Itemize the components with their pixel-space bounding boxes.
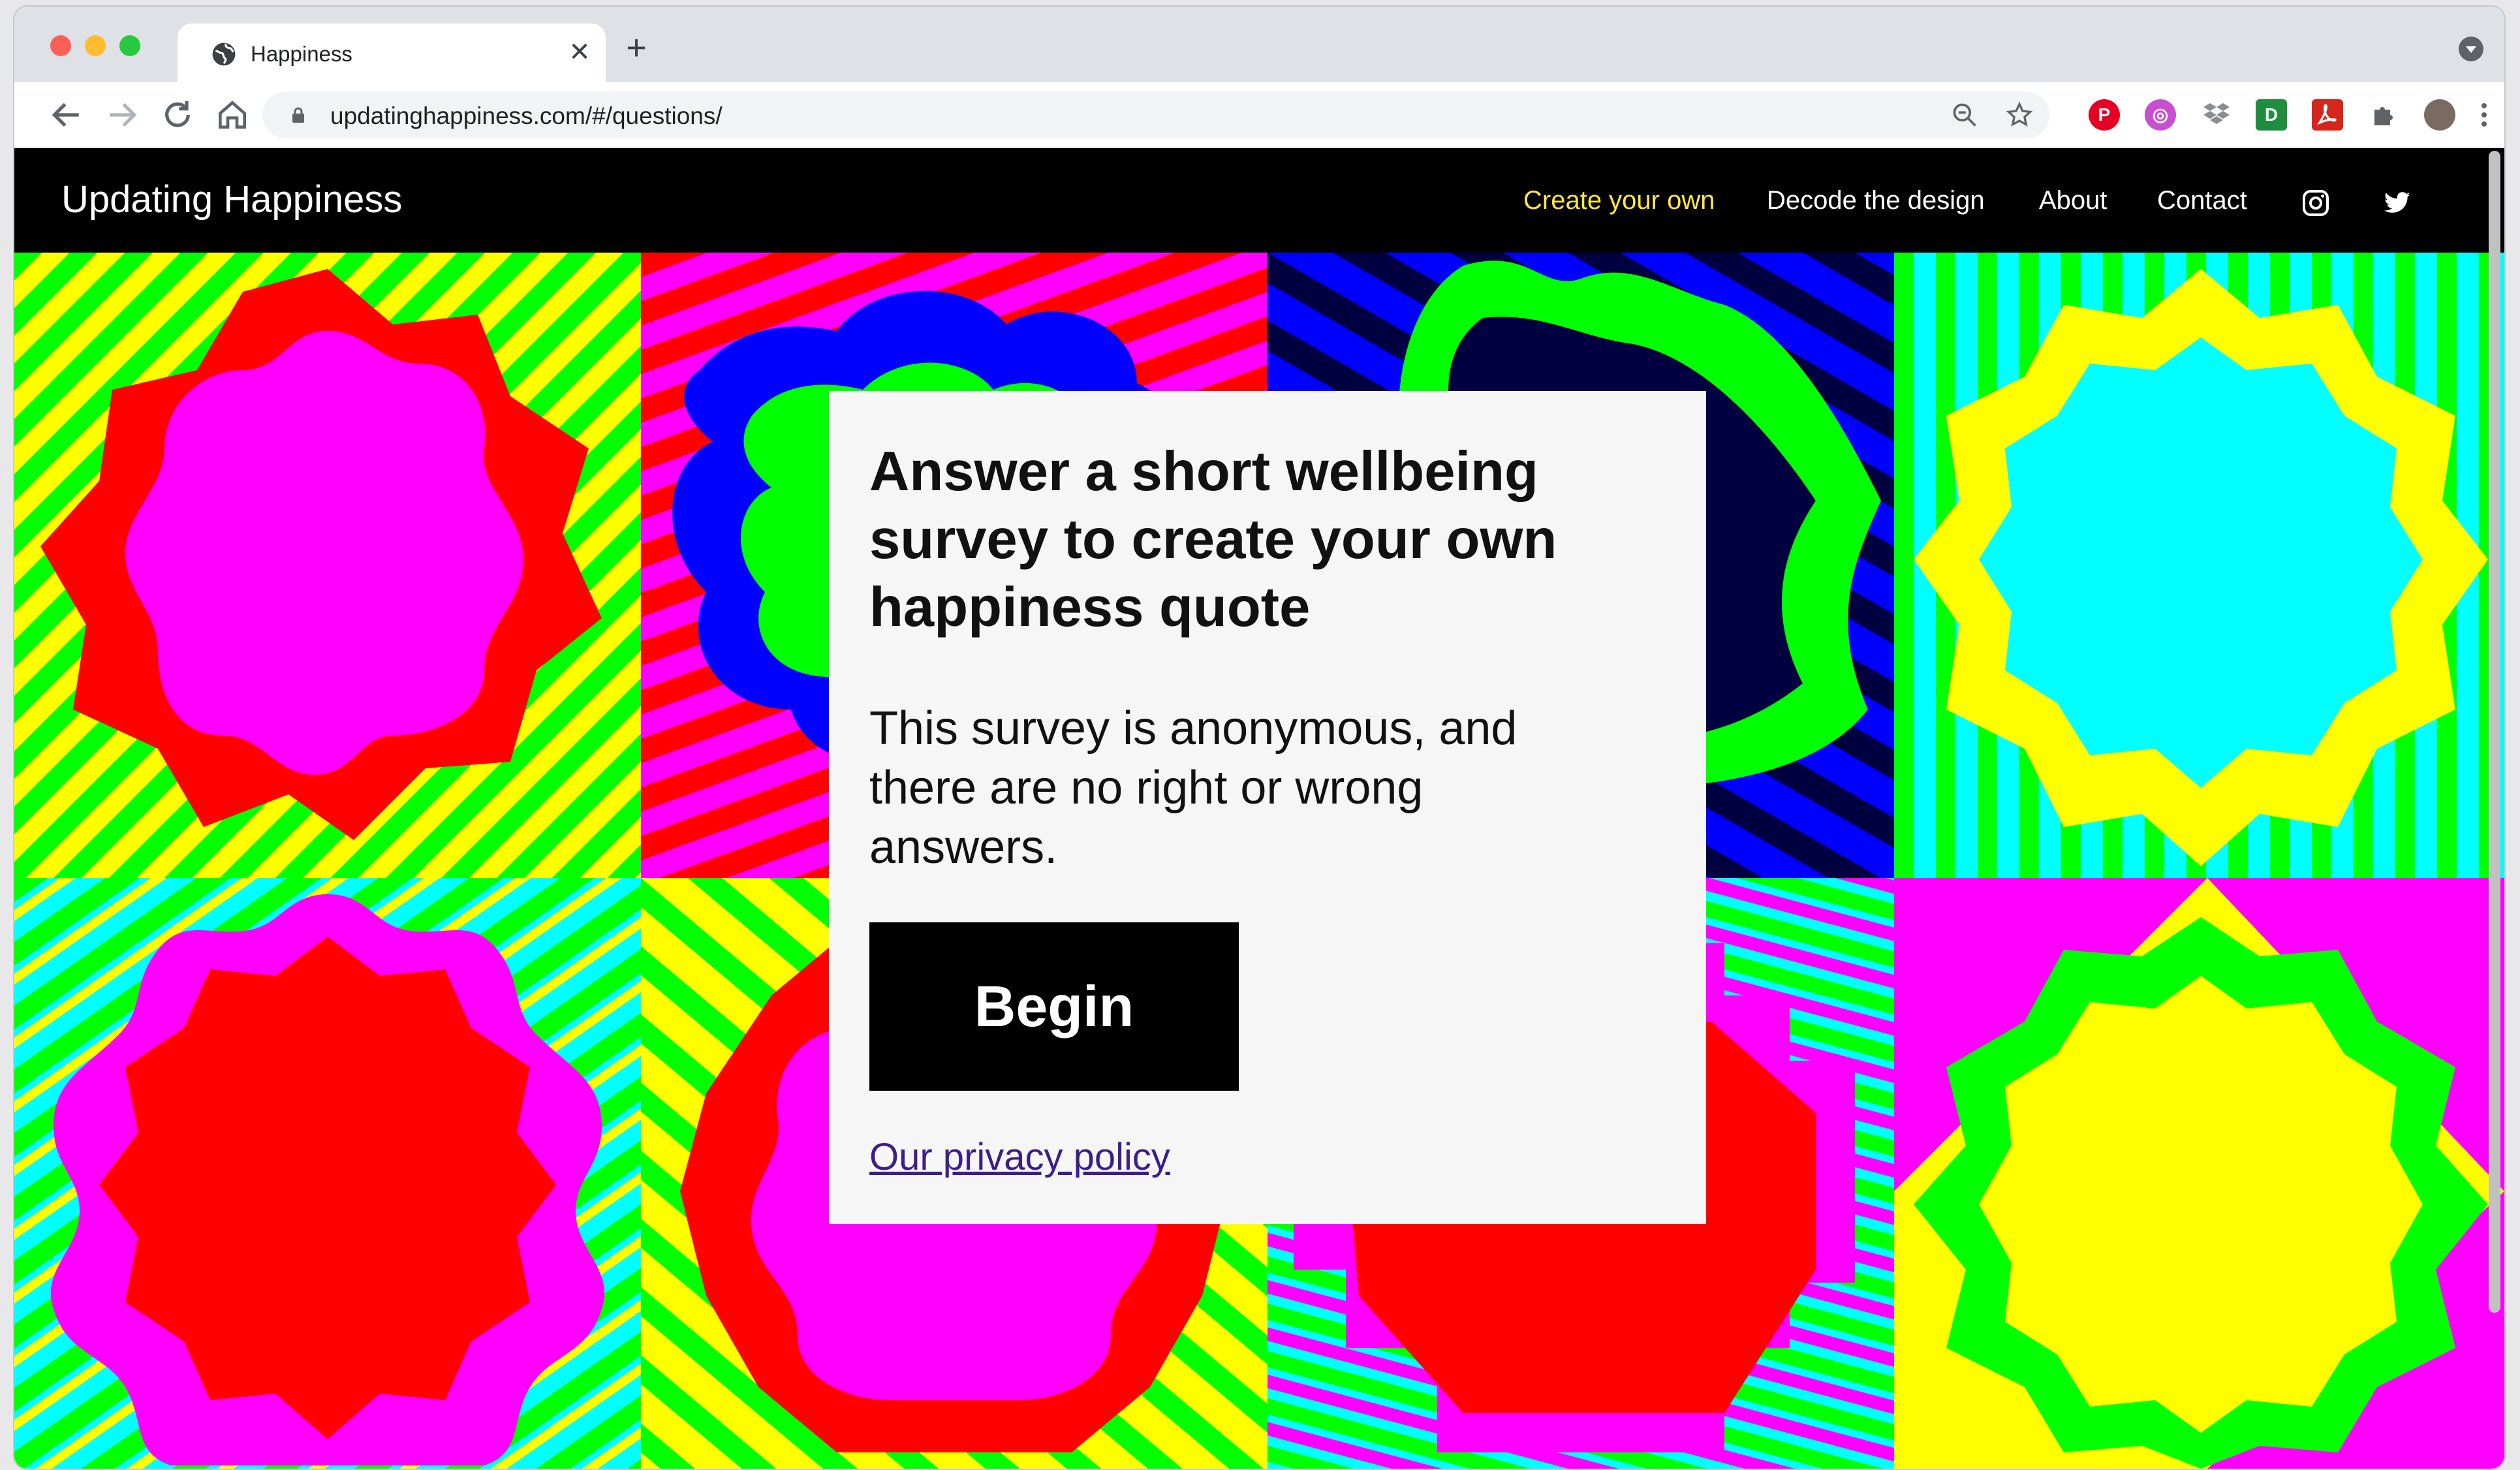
pdf-icon[interactable]	[2312, 99, 2343, 131]
close-window-button[interactable]	[50, 35, 71, 56]
pinterest-icon[interactable]: P	[2089, 99, 2120, 131]
puzzle-icon[interactable]	[2368, 99, 2399, 131]
artwork-tile	[1894, 878, 2504, 1469]
d-extension-icon[interactable]: D	[2256, 99, 2287, 131]
zoom-icon[interactable]	[1950, 101, 1979, 129]
nav-decode-the-design[interactable]: Decode the design	[1767, 186, 1985, 215]
nav-create-your-own[interactable]: Create your own	[1523, 186, 1715, 215]
minimize-window-button[interactable]	[85, 35, 106, 56]
instagram-icon[interactable]	[2300, 187, 2331, 219]
artwork-grid: Answer a short wellbeing survey to creat…	[14, 253, 2504, 1469]
artwork-tile	[1894, 253, 2504, 878]
survey-card: Answer a short wellbeing survey to creat…	[829, 391, 1706, 1224]
close-icon[interactable]: ✕	[565, 38, 594, 67]
nav-contact[interactable]: Contact	[2157, 186, 2247, 215]
tab-strip: Happiness ✕ +	[14, 7, 2504, 82]
globe-icon	[212, 42, 236, 66]
forward-icon[interactable]	[104, 97, 140, 133]
new-tab-button[interactable]: +	[619, 30, 654, 65]
begin-button[interactable]: Begin	[869, 922, 1239, 1091]
reload-icon[interactable]	[159, 97, 196, 133]
artwork-tile	[14, 878, 641, 1469]
tab-title: Happiness	[251, 42, 352, 66]
url-text[interactable]: updatinghappiness.com/#/questions/	[330, 102, 723, 130]
menu-icon[interactable]	[2468, 99, 2500, 131]
browser-tab[interactable]: Happiness ✕	[178, 23, 606, 82]
survey-description: This survey is anonymous, and there are …	[869, 702, 1517, 873]
twitter-icon[interactable]	[2379, 187, 2416, 219]
site-brand[interactable]: Updating Happiness	[61, 178, 402, 221]
home-icon[interactable]	[214, 97, 251, 133]
browser-window: Happiness ✕ + updatinghappiness.com/#/qu…	[13, 5, 2506, 1470]
lock-icon	[292, 107, 304, 123]
maximize-window-button[interactable]	[119, 35, 140, 56]
dropbox-icon[interactable]	[2201, 99, 2232, 131]
star-icon[interactable]	[2005, 101, 2034, 129]
survey-heading: Answer a short wellbeing survey to creat…	[869, 441, 1557, 638]
back-icon[interactable]	[48, 97, 85, 133]
address-bar[interactable]: updatinghappiness.com/#/questions/	[262, 91, 2049, 138]
avatar[interactable]	[2424, 99, 2455, 131]
nav-about[interactable]: About	[2039, 186, 2108, 215]
privacy-policy-link[interactable]: Our privacy policy	[869, 1135, 1170, 1179]
browser-toolbar: updatinghappiness.com/#/questions/ P ◎ D	[14, 82, 2504, 148]
extension-icon[interactable]: ◎	[2145, 99, 2176, 131]
artwork-tile	[14, 253, 641, 878]
site-header: Updating Happiness Create your own Decod…	[14, 148, 2504, 253]
tab-search-icon[interactable]	[2459, 37, 2483, 61]
page-viewport: Updating Happiness Create your own Decod…	[14, 148, 2504, 1469]
scrollbar[interactable]	[2489, 151, 2500, 1313]
